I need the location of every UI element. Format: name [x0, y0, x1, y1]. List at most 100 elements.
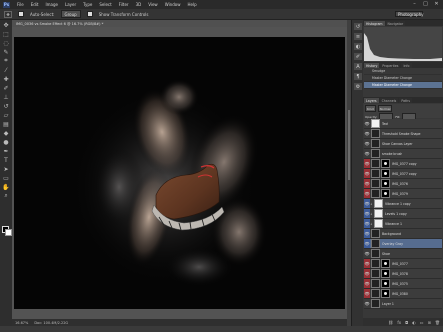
menu-image[interactable]: Image	[45, 2, 58, 7]
tab-history[interactable]: History	[364, 63, 380, 68]
scroll-thumb[interactable]	[348, 110, 350, 180]
brush-presets-icon[interactable]: ✐	[354, 53, 362, 60]
layer-row[interactable]: 👁 IMG_0375	[364, 279, 442, 289]
folder-icon[interactable]: ▭	[420, 320, 424, 325]
shape-tool-icon[interactable]: ▭	[1, 174, 11, 182]
path-select-tool-icon[interactable]: ➤	[1, 165, 11, 173]
document-tab[interactable]: IMG_0036 vs Smoke Effect 6 @ 16.7% (RGB/…	[12, 20, 350, 27]
eye-icon[interactable]: 👁	[364, 169, 370, 178]
menu-select[interactable]: Select	[99, 2, 111, 7]
eye-icon[interactable]: 👁	[364, 239, 370, 248]
blend-mode-select[interactable]: Normal	[377, 105, 393, 112]
blur-tool-icon[interactable]: ◆	[1, 129, 11, 137]
layer-row[interactable]: 👁 Layer 1	[364, 299, 442, 309]
tab-histogram[interactable]: Histogram	[364, 21, 385, 26]
eraser-tool-icon[interactable]: ▱	[1, 111, 11, 119]
eye-icon[interactable]: 👁	[364, 289, 370, 298]
menu-type[interactable]: Type	[83, 2, 92, 7]
stamp-tool-icon[interactable]: ⊥	[1, 93, 11, 101]
layer-row[interactable]: 👁 Threshold Smoke Shape	[364, 129, 442, 139]
trash-icon[interactable]: 🗑	[435, 320, 440, 325]
marquee-tool-icon[interactable]: ⬚	[1, 30, 11, 38]
move-icon[interactable]: ✥	[4, 10, 12, 18]
kind-filter[interactable]: Kind	[365, 105, 376, 112]
eye-icon[interactable]: 👁	[364, 269, 370, 278]
eye-icon[interactable]: 👁	[364, 229, 370, 238]
eye-icon[interactable]: 👁	[364, 259, 370, 268]
eye-icon[interactable]: 👁	[364, 189, 370, 198]
layer-row[interactable]: 👁 IMG_0377 copy	[364, 159, 442, 169]
layer-row[interactable]: 👁 ↓ Vibrance 1 copy	[364, 199, 442, 209]
auto-select-dropdown[interactable]: Group	[60, 10, 81, 18]
eye-icon[interactable]: 👁	[364, 249, 370, 258]
layer-row[interactable]: 👁 Shoe	[364, 249, 442, 259]
history-icon[interactable]: ↺	[354, 23, 362, 30]
history-brush-tool-icon[interactable]: ↺	[1, 102, 11, 110]
eye-icon[interactable]: 👁	[364, 139, 370, 148]
tab-paths[interactable]: Paths	[399, 98, 412, 103]
healing-tool-icon[interactable]: ✚	[1, 75, 11, 83]
history-item[interactable]: Master Diameter Change	[364, 75, 442, 82]
new-layer-icon[interactable]: ⊞	[428, 320, 431, 325]
move-tool-icon[interactable]: ✥	[1, 21, 11, 29]
eye-icon[interactable]: 👁	[364, 119, 370, 128]
layer-row[interactable]: 👁 Text	[364, 119, 442, 129]
tab-info[interactable]: Info	[401, 63, 412, 68]
eye-icon[interactable]: 👁	[364, 149, 370, 158]
character-icon[interactable]: A	[354, 63, 362, 70]
layer-row[interactable]: 👁 IMG_0377 copy	[364, 169, 442, 179]
gradient-tool-icon[interactable]: ▤	[1, 120, 11, 128]
quick-select-tool-icon[interactable]: ✎	[1, 48, 11, 56]
eye-icon[interactable]: 👁	[364, 179, 370, 188]
adjustments-icon[interactable]: ◐	[354, 43, 362, 50]
lasso-tool-icon[interactable]: ◌	[1, 39, 11, 47]
image-canvas[interactable]	[14, 37, 345, 309]
history-item-current[interactable]: Master Diameter Change	[364, 82, 442, 89]
maximize-button[interactable]: □	[422, 1, 429, 7]
minimize-button[interactable]: –	[411, 1, 418, 7]
layer-row[interactable]: 👁 Background	[364, 229, 442, 239]
eye-icon[interactable]: 👁	[364, 279, 370, 288]
layer-row[interactable]: 👁 IMG_0379	[364, 189, 442, 199]
layer-row[interactable]: 👁 IMG_0377	[364, 259, 442, 269]
workspace-dropdown[interactable]: Photography	[395, 11, 424, 17]
menu-edit[interactable]: Edit	[31, 2, 39, 7]
background-color-swatch[interactable]	[5, 229, 12, 236]
tab-navigator[interactable]: Navigator	[385, 21, 406, 26]
layer-row[interactable]: 👁 ↓ Vibrance 1	[364, 219, 442, 229]
zoom-tool-icon[interactable]: ⌕	[1, 192, 11, 200]
menu-file[interactable]: File	[17, 2, 24, 7]
type-tool-icon[interactable]: T	[1, 156, 11, 164]
show-transform-checkbox[interactable]	[86, 11, 93, 17]
hand-tool-icon[interactable]: ✋	[1, 183, 11, 191]
auto-select-checkbox[interactable]	[18, 11, 24, 17]
menu-view[interactable]: View	[148, 2, 158, 7]
eyedropper-tool-icon[interactable]: ⁄	[1, 66, 11, 74]
layer-row[interactable]: 👁 Shoe Canvas Layer	[364, 139, 442, 149]
menu-filter[interactable]: Filter	[119, 2, 129, 7]
pen-tool-icon[interactable]: ✒	[1, 147, 11, 155]
layer-row[interactable]: 👁 IMG_0378	[364, 269, 442, 279]
history-item[interactable]: Smudge	[364, 68, 442, 75]
menu-help[interactable]: Help	[187, 2, 196, 7]
tab-channels[interactable]: Channels	[379, 98, 399, 103]
mask-icon[interactable]: ◘	[405, 320, 408, 325]
fx-icon[interactable]: fx	[397, 320, 401, 325]
paragraph-icon[interactable]: ¶	[354, 73, 362, 80]
layer-row[interactable]: 👁 smoke brush	[364, 149, 442, 159]
tab-properties[interactable]: Properties	[380, 63, 401, 68]
tool-presets-icon[interactable]: ⚙	[354, 83, 362, 90]
menu-layer[interactable]: Layer	[65, 2, 76, 7]
layer-row[interactable]: 👁 ↓ Levels 1 copy	[364, 209, 442, 219]
close-button[interactable]: ✕	[433, 1, 440, 7]
crop-tool-icon[interactable]: ⌗	[1, 57, 11, 65]
layer-row[interactable]: 👁 IMG_0380	[364, 289, 442, 299]
adjustment-layer-icon[interactable]: ◐	[412, 320, 416, 325]
brush-tool-icon[interactable]: ✐	[1, 84, 11, 92]
menu-3d[interactable]: 3D	[136, 2, 142, 7]
layer-row[interactable]: 👁 IMG_0376	[364, 179, 442, 189]
eye-icon[interactable]: 👁	[364, 159, 370, 168]
eye-icon[interactable]: 👁	[364, 299, 370, 308]
menu-window[interactable]: Window	[165, 2, 181, 7]
layer-row-selected[interactable]: 👁 Overlay Gray	[364, 239, 442, 249]
